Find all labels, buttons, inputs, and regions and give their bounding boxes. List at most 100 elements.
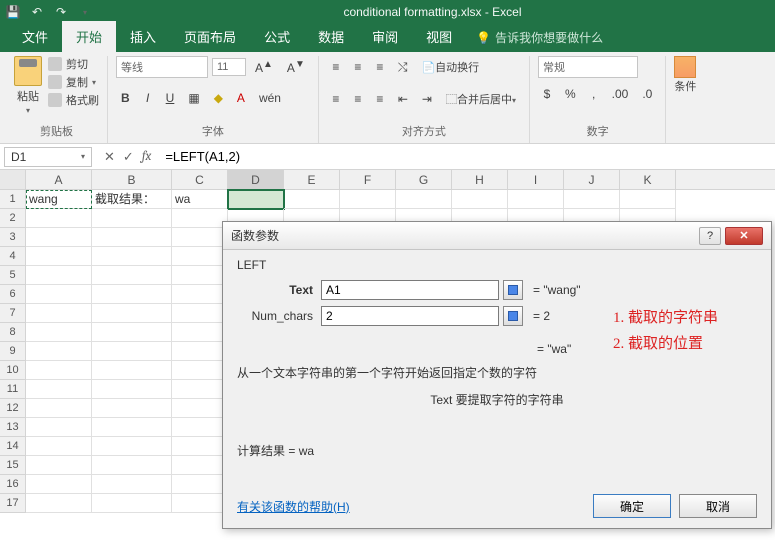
row-header[interactable]: 14 <box>0 437 26 456</box>
increase-font-button[interactable]: A▲ <box>250 56 278 78</box>
align-center-button[interactable]: ≡ <box>349 89 367 109</box>
bold-button[interactable]: B <box>116 88 135 108</box>
cell[interactable] <box>284 190 340 209</box>
percent-button[interactable]: % <box>560 84 581 104</box>
cell[interactable] <box>452 190 508 209</box>
merge-center-button[interactable]: ⬚合并后居中▾ <box>441 88 521 110</box>
row-header[interactable]: 7 <box>0 304 26 323</box>
cell[interactable] <box>92 247 172 266</box>
align-middle-button[interactable]: ≡ <box>349 57 367 77</box>
name-box[interactable]: D1 ▾ <box>4 147 92 167</box>
cell[interactable] <box>26 456 92 475</box>
cell[interactable] <box>92 266 172 285</box>
conditional-format-button[interactable]: 条件 <box>674 56 696 94</box>
cell[interactable] <box>92 437 172 456</box>
qat-more-icon[interactable]: ▾ <box>76 3 94 21</box>
font-name-combo[interactable]: 等线 <box>116 56 208 78</box>
row-header[interactable]: 3 <box>0 228 26 247</box>
increase-indent-button[interactable]: ⇥ <box>417 89 437 109</box>
decrease-indent-button[interactable]: ⇤ <box>393 89 413 109</box>
column-header[interactable]: C <box>172 170 228 189</box>
cell[interactable] <box>92 342 172 361</box>
cell[interactable] <box>92 285 172 304</box>
tab-data[interactable]: 数据 <box>304 21 358 52</box>
cell[interactable] <box>172 209 228 228</box>
column-header[interactable]: H <box>452 170 508 189</box>
row-header[interactable]: 4 <box>0 247 26 266</box>
align-left-button[interactable]: ≡ <box>327 89 345 109</box>
cell[interactable] <box>228 190 284 209</box>
column-header[interactable]: E <box>284 170 340 189</box>
cell[interactable] <box>26 494 92 513</box>
tab-view[interactable]: 视图 <box>412 21 466 52</box>
cell[interactable] <box>508 190 564 209</box>
fx-icon[interactable]: fx <box>142 149 152 164</box>
row-header[interactable]: 11 <box>0 380 26 399</box>
formula-input[interactable] <box>159 145 775 168</box>
cell[interactable] <box>172 437 228 456</box>
cell[interactable] <box>26 247 92 266</box>
arg-input-numchars[interactable] <box>321 306 499 326</box>
dialog-help-button[interactable]: ? <box>699 227 721 245</box>
phonetic-button[interactable]: wén <box>254 88 286 108</box>
undo-icon[interactable]: ↶ <box>28 3 46 21</box>
orientation-button[interactable]: ⤭ <box>393 57 413 78</box>
cell[interactable] <box>172 361 228 380</box>
tab-insert[interactable]: 插入 <box>116 21 170 52</box>
align-right-button[interactable]: ≡ <box>371 89 389 109</box>
row-header[interactable]: 9 <box>0 342 26 361</box>
cell[interactable] <box>92 494 172 513</box>
cell[interactable] <box>172 456 228 475</box>
cell[interactable] <box>26 437 92 456</box>
fill-color-button[interactable]: ◆ <box>209 88 228 108</box>
cell[interactable]: wang <box>26 190 92 209</box>
align-bottom-button[interactable]: ≡ <box>371 57 389 77</box>
cell[interactable] <box>172 342 228 361</box>
cell[interactable] <box>26 342 92 361</box>
collapse-dialog-button[interactable] <box>503 306 523 326</box>
row-header[interactable]: 5 <box>0 266 26 285</box>
dialog-close-button[interactable]: ✕ <box>725 227 763 245</box>
cell[interactable] <box>26 475 92 494</box>
underline-button[interactable]: U <box>161 88 180 108</box>
border-button[interactable]: ▦ <box>183 88 204 108</box>
cell[interactable] <box>26 380 92 399</box>
cell[interactable] <box>92 304 172 323</box>
row-header[interactable]: 6 <box>0 285 26 304</box>
cell[interactable] <box>26 323 92 342</box>
cut-button[interactable]: 剪切 <box>48 56 99 72</box>
cell[interactable] <box>26 228 92 247</box>
paste-button[interactable]: 粘贴 ▾ <box>14 56 42 115</box>
italic-button[interactable]: I <box>139 88 157 108</box>
row-header[interactable]: 16 <box>0 475 26 494</box>
cell[interactable] <box>26 266 92 285</box>
cell[interactable] <box>172 399 228 418</box>
row-header[interactable]: 8 <box>0 323 26 342</box>
row-header[interactable]: 1 <box>0 190 26 209</box>
font-size-combo[interactable]: 11 <box>212 58 246 76</box>
comma-button[interactable]: , <box>585 84 603 104</box>
row-header[interactable]: 13 <box>0 418 26 437</box>
cell[interactable] <box>92 361 172 380</box>
cell[interactable] <box>26 399 92 418</box>
decrease-decimal-button[interactable]: .0 <box>637 84 657 104</box>
font-color-button[interactable]: A <box>232 88 250 108</box>
redo-icon[interactable]: ↷ <box>52 3 70 21</box>
tab-page-layout[interactable]: 页面布局 <box>170 21 250 52</box>
column-header[interactable]: D <box>228 170 284 189</box>
cell[interactable] <box>92 399 172 418</box>
cell[interactable] <box>340 190 396 209</box>
enter-formula-button[interactable]: ✓ <box>123 149 134 165</box>
cell[interactable] <box>92 418 172 437</box>
ok-button[interactable]: 确定 <box>593 494 671 518</box>
column-header[interactable]: J <box>564 170 620 189</box>
cancel-button[interactable]: 取消 <box>679 494 757 518</box>
format-painter-button[interactable]: 格式刷 <box>48 92 99 108</box>
cell[interactable] <box>620 190 676 209</box>
cell[interactable] <box>172 475 228 494</box>
cell[interactable] <box>172 494 228 513</box>
tab-home[interactable]: 开始 <box>62 21 116 52</box>
cell[interactable]: 截取结果： <box>92 190 172 209</box>
cell[interactable] <box>92 475 172 494</box>
align-top-button[interactable]: ≡ <box>327 57 345 77</box>
